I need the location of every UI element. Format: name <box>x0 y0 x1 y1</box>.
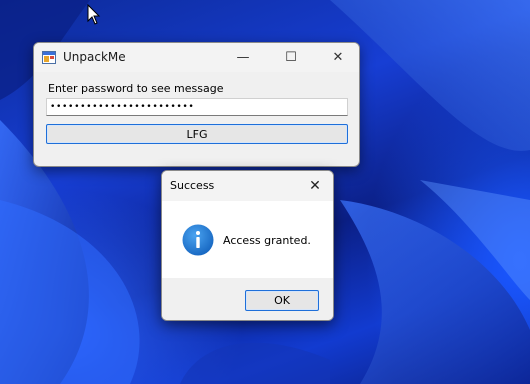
mouse-cursor-icon <box>87 4 101 25</box>
close-icon: ✕ <box>332 50 344 65</box>
unpackme-titlebar[interactable]: UnpackMe — ☐ ✕ <box>34 43 359 72</box>
close-button[interactable]: ✕ <box>315 43 359 72</box>
password-prompt-label: Enter password to see message <box>48 82 224 95</box>
maximize-icon: ☐ <box>285 50 297 65</box>
message-box-title: Success <box>170 179 215 192</box>
ok-button[interactable]: OK <box>245 290 319 311</box>
message-box-close-button[interactable]: ✕ <box>304 175 326 197</box>
info-icon <box>182 224 214 256</box>
lfg-submit-button[interactable]: LFG <box>46 124 348 144</box>
success-message-box: Success ✕ Access granted. OK <box>161 170 334 321</box>
message-text: Access granted. <box>223 234 311 247</box>
message-box-titlebar[interactable]: Success ✕ <box>162 171 333 201</box>
close-icon: ✕ <box>309 178 321 194</box>
maximize-button[interactable]: ☐ <box>268 43 314 72</box>
app-window-icon <box>42 51 56 64</box>
minimize-icon: — <box>236 50 250 65</box>
password-input[interactable]: •••••••••••••••••••••••• <box>46 98 348 116</box>
minimize-button[interactable]: — <box>220 43 266 72</box>
unpackme-window: UnpackMe — ☐ ✕ Enter password to see mes… <box>33 42 360 167</box>
window-title: UnpackMe <box>63 50 126 64</box>
